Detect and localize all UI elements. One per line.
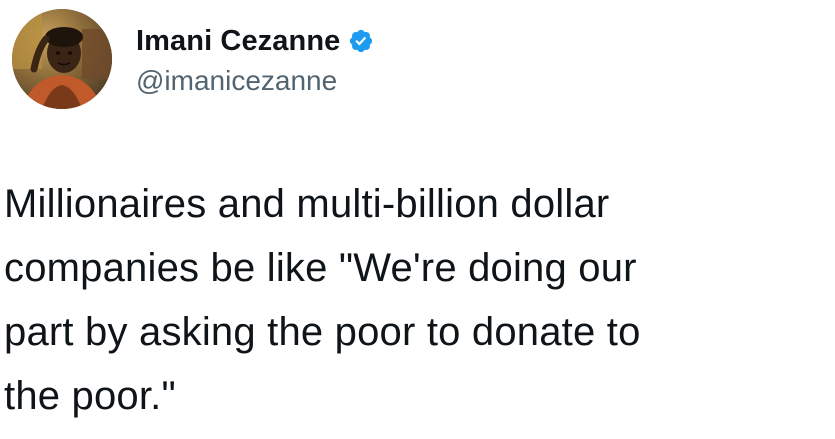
author-info: Imani Cezanne @imanicezanne: [136, 21, 374, 97]
handle[interactable]: @imanicezanne: [136, 65, 374, 97]
display-name[interactable]: Imani Cezanne: [136, 25, 340, 58]
tweet-card: Imani Cezanne @imanicezanne Millionaires…: [0, 0, 835, 439]
name-row: Imani Cezanne: [136, 21, 374, 61]
tweet-header: Imani Cezanne @imanicezanne: [12, 4, 374, 114]
verified-badge-icon: [348, 28, 374, 54]
avatar-image: [12, 9, 112, 109]
avatar[interactable]: [12, 9, 112, 109]
tweet-text: Millionaires and multi-billion dollar co…: [4, 182, 641, 418]
